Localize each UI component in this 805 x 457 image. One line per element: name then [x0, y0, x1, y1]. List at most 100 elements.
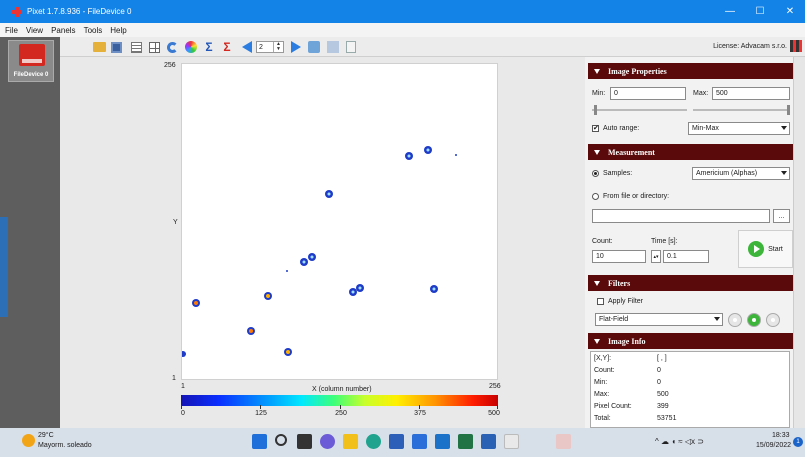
layout-icon[interactable] — [147, 40, 161, 54]
from-file-radio[interactable] — [592, 193, 599, 200]
color-scale-tick — [260, 405, 261, 409]
app-icon — [12, 6, 22, 17]
detector-image[interactable] — [180, 63, 498, 380]
samples-radio[interactable] — [592, 170, 599, 177]
file-explorer-icon[interactable] — [343, 434, 358, 449]
filter-select[interactable]: Flat-Field — [595, 313, 723, 326]
maximize-button[interactable]: ☐ — [745, 0, 775, 23]
system-tray[interactable]: ^ ☁ ◖ ≈ ◁x ⊃ — [655, 437, 704, 446]
side-panel: Image Properties Min: 0 Max: 500 ✔ Auto … — [585, 57, 805, 428]
calculator-icon[interactable] — [458, 434, 473, 449]
x-axis-max: 256 — [489, 383, 501, 390]
cluster-blob — [455, 154, 457, 156]
window-title: Pixet 1.7.8.936 - FileDevice 0 — [27, 7, 132, 16]
device-label: FileDevice 0 — [13, 72, 49, 78]
store-icon[interactable] — [412, 434, 427, 449]
mail-icon[interactable] — [435, 434, 450, 449]
measurement-header[interactable]: Measurement — [588, 144, 793, 160]
min-input[interactable]: 0 — [610, 87, 686, 100]
weather-desc[interactable]: Mayorm. soleado — [38, 442, 92, 449]
cluster-blob — [349, 288, 357, 296]
chat-icon[interactable] — [320, 434, 335, 449]
info-value: 0 — [657, 367, 661, 374]
clock-date[interactable]: 15/09/2022 — [756, 442, 791, 449]
x-axis-name: X (column number) — [312, 386, 372, 393]
menu-help[interactable]: Help — [110, 26, 126, 35]
start-button[interactable]: Start — [738, 230, 793, 268]
color-scale-label: 375 — [414, 410, 426, 417]
menu-tools[interactable]: Tools — [84, 26, 103, 35]
browse-button[interactable]: ... — [773, 209, 790, 223]
menu-view[interactable]: View — [26, 26, 43, 35]
info-label: Count: — [594, 367, 615, 374]
range-mode-select[interactable]: Min-Max — [688, 122, 790, 135]
user-icon[interactable] — [326, 40, 340, 54]
color-map-icon[interactable] — [184, 40, 198, 54]
grid-icon[interactable] — [129, 40, 143, 54]
menu-file[interactable]: File — [5, 26, 18, 35]
chevron-down-icon — [714, 317, 720, 321]
device-item[interactable]: FileDevice 0 — [8, 40, 54, 82]
document-icon[interactable] — [344, 40, 358, 54]
cluster-blob — [180, 351, 186, 357]
refresh-icon[interactable] — [165, 40, 179, 54]
info-label: Total: — [594, 415, 611, 422]
cluster-blob — [356, 284, 364, 292]
sum-icon[interactable]: Σ — [202, 40, 216, 54]
filter-remove-icon[interactable] — [766, 313, 780, 327]
prev-frame-icon[interactable] — [240, 40, 254, 54]
menu-panels[interactable]: Panels — [51, 26, 75, 35]
count-label: Count: — [592, 238, 613, 245]
collapse-icon — [594, 149, 600, 155]
cluster-blob — [300, 258, 308, 266]
image-properties-header[interactable]: Image Properties — [588, 63, 793, 79]
auto-range-checkbox[interactable]: ✔ — [592, 125, 599, 132]
next-frame-icon[interactable] — [289, 40, 303, 54]
weather-temp[interactable]: 29°C — [38, 432, 54, 439]
time-stepper[interactable]: ▴▾ — [651, 250, 661, 263]
pixet-taskbar-icon[interactable] — [556, 434, 571, 449]
task-view-icon[interactable] — [297, 434, 312, 449]
info-value: 0 — [657, 379, 661, 386]
filters-header[interactable]: Filters — [588, 275, 793, 291]
close-button[interactable]: ✕ — [775, 0, 805, 23]
stepper-arrows-icon[interactable]: ▲ ▼ — [273, 42, 283, 52]
calendar-icon[interactable] — [481, 434, 496, 449]
filter-settings-icon[interactable] — [728, 313, 742, 327]
frame-stepper[interactable]: 2 ▲ ▼ — [256, 41, 284, 53]
count-input[interactable]: 10 — [592, 250, 646, 263]
search-icon[interactable] — [275, 434, 287, 446]
max-input[interactable]: 500 — [712, 87, 790, 100]
apply-filter-checkbox[interactable] — [597, 298, 604, 305]
device-list: FileDevice 0 — [0, 37, 60, 428]
apply-filter-label: Apply Filter — [608, 298, 644, 305]
from-file-label: From file or directory: — [603, 193, 670, 200]
file-path-input[interactable] — [592, 209, 770, 223]
samples-select[interactable]: Americium (Alphas) — [692, 167, 790, 180]
notification-badge[interactable]: 1 — [793, 437, 803, 447]
image-info-header[interactable]: Image Info — [588, 333, 793, 349]
max-slider[interactable] — [693, 105, 790, 115]
chevron-down-icon — [781, 126, 787, 130]
notepad-icon[interactable] — [504, 434, 519, 449]
color-scale-label: 0 — [181, 410, 185, 417]
time-input[interactable]: 0.1 — [663, 250, 709, 263]
color-scale-label: 500 — [488, 410, 500, 417]
clock-time[interactable]: 18:33 — [772, 432, 790, 439]
folder-open-icon[interactable] — [92, 40, 106, 54]
minimize-button[interactable]: — — [715, 0, 745, 23]
word-icon[interactable] — [389, 434, 404, 449]
filter-add-icon[interactable] — [747, 313, 761, 327]
start-icon[interactable] — [252, 434, 267, 449]
range-mode-value: Min-Max — [692, 125, 719, 132]
color-scale-label: 250 — [335, 410, 347, 417]
save-icon[interactable] — [109, 40, 123, 54]
weather-icon[interactable] — [22, 434, 35, 447]
edge-icon[interactable] — [366, 434, 381, 449]
min-slider[interactable] — [592, 105, 687, 115]
panel-scrollbar[interactable] — [793, 57, 805, 428]
sum-red-icon[interactable]: Σ — [220, 40, 234, 54]
info-value: 500 — [657, 391, 669, 398]
info-label: [X,Y]: — [594, 355, 612, 362]
config-icon[interactable] — [307, 40, 321, 54]
